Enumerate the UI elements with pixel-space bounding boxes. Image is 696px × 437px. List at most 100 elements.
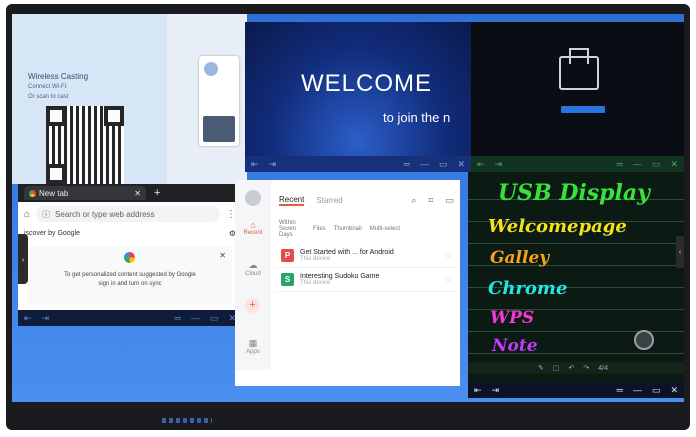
maximize-icon[interactable]: ▭ (652, 159, 661, 170)
welcome-subtitle: to join the n (383, 110, 451, 125)
nav-apps[interactable]: ▦ Apps (235, 338, 271, 355)
minimize-icon[interactable]: — (191, 313, 200, 323)
google-logo-icon (124, 252, 135, 263)
menu-icon[interactable]: ═ (175, 313, 181, 323)
spreadsheet-file-icon: S (281, 273, 294, 286)
tab-starred[interactable]: Starred (316, 196, 342, 205)
promo-text: To get personalized content suggested by… (64, 272, 196, 278)
app-thumbnail[interactable] (199, 56, 239, 146)
redo-icon[interactable]: ↷ (583, 364, 589, 372)
cloud-icon: ☁ (248, 260, 258, 270)
maximize-icon[interactable]: ▭ (652, 385, 661, 396)
info-icon: ⓘ (42, 209, 51, 219)
file-meta: This device (300, 256, 331, 262)
dismiss-promo-icon[interactable]: ✕ (219, 251, 226, 260)
file-name: Get Started with ... for Android (300, 249, 394, 256)
chrome-tab-strip: New tab ✕ + (18, 184, 242, 202)
whiteboard-window[interactable]: USB Display Welcomepage Galley Chrome WP… (468, 172, 684, 398)
close-icon[interactable]: ✕ (670, 385, 678, 396)
home-icon[interactable]: ⌂ (24, 209, 30, 220)
filter-thumbnail[interactable]: Thumbnail (334, 226, 362, 232)
close-tab-icon[interactable]: ✕ (134, 189, 141, 198)
search-icon[interactable]: ⌕ (411, 195, 416, 206)
arrow-right-icon[interactable]: ⇥ (269, 159, 277, 170)
whiteboard-drawer-handle[interactable]: ‹ (676, 236, 684, 268)
page-indicator: 4/4 (598, 364, 608, 372)
arrow-left-icon[interactable]: ⇤ (24, 313, 32, 324)
home-icon: ⌂ (250, 220, 256, 230)
files-window[interactable]: ⌂ Recent ☁ Cloud + ▦ Apps Recent Starred ⌕ … (235, 180, 460, 386)
sync-promo-card: ✕ To get personalized content suggested … (28, 246, 232, 306)
minimize-icon[interactable]: — (633, 159, 642, 169)
nav-cloud[interactable]: ☁ Cloud (235, 260, 271, 277)
tab-recent[interactable]: Recent (279, 195, 305, 206)
minimize-icon[interactable]: — (420, 159, 429, 169)
files-header: Recent Starred ⌕ ⌗ ▭ (279, 192, 454, 208)
arrow-right-icon[interactable]: ⇥ (492, 385, 500, 396)
chrome-tab-title: New tab (39, 188, 69, 198)
list-item[interactable]: P Get Started with ... for Android This … (275, 244, 458, 268)
discover-header: iscover by Google ⚙ (18, 226, 242, 240)
desktop-screen: Wireless Casting Connect Wi-Fi: Or scan … (12, 14, 684, 402)
qr-code (46, 106, 124, 184)
arrow-left-icon[interactable]: ⇤ (251, 159, 259, 170)
filter-multiselect[interactable]: Multi-select (370, 226, 400, 232)
welcome-window[interactable]: WELCOME to join the n ⇤ ⇥ ═ — ▭ ✕ (245, 22, 471, 172)
pen-icon[interactable]: ✎ (538, 364, 544, 372)
discover-label: iscover by Google (24, 229, 81, 237)
maximize-icon[interactable]: ▭ (439, 159, 448, 170)
filter-files[interactable]: Files (313, 226, 326, 232)
side-drawer-handle[interactable]: › (18, 234, 28, 284)
files-subheader: Within Seven Days Files Thumbnail Multi-… (279, 218, 456, 240)
bezel-indicator-dots (162, 418, 212, 423)
menu-icon[interactable]: ═ (617, 159, 623, 169)
usb-window-bar: ⇤ ⇥ ═ — ▭ ✕ (471, 156, 684, 172)
arrow-right-icon[interactable]: ⇥ (42, 313, 50, 324)
chrome-logo-icon (29, 189, 36, 197)
scan-icon[interactable]: ⌗ (428, 195, 433, 206)
handwriting-line: Galley (490, 248, 550, 268)
omnibox[interactable]: ⓘ Search or type web address (36, 206, 220, 222)
maximize-icon[interactable]: ▭ (210, 313, 219, 324)
user-avatar[interactable] (245, 190, 261, 206)
menu-icon[interactable]: ═ (404, 159, 410, 169)
list-item[interactable]: S Interesting Sudoku Game This device ☆ (275, 268, 458, 292)
omnibox-placeholder: Search or type web address (55, 209, 155, 219)
nav-recent[interactable]: ⌂ Recent (235, 220, 271, 236)
floating-action-button[interactable] (634, 330, 654, 350)
file-meta: This device (300, 280, 331, 286)
handwriting-line: Welcomepage (488, 216, 627, 237)
whiteboard-window-bar: ⇤ ⇥ ═ — ▭ ✕ (468, 382, 684, 398)
close-icon[interactable]: ✕ (457, 159, 465, 170)
welcome-title: WELCOME (301, 70, 433, 97)
undo-icon[interactable]: ↶ (569, 364, 575, 372)
minimize-icon[interactable]: — (633, 385, 642, 395)
promo-text-2: sign in and turn on sync (98, 281, 162, 287)
eraser-icon[interactable]: ▢ (553, 364, 560, 372)
usb-action-button[interactable] (561, 106, 605, 113)
star-icon[interactable]: ☆ (445, 275, 452, 284)
apps-icon: ▦ (248, 338, 258, 348)
new-tab-icon[interactable]: + (154, 187, 160, 199)
handwriting-line: Chrome (488, 278, 568, 299)
handwriting-line: USB Display (498, 180, 650, 206)
handwriting-line: Note (492, 336, 538, 356)
chrome-window-bar: ⇤ ⇥ ═ — ▭ ✕ (18, 310, 242, 326)
chrome-tab[interactable]: New tab ✕ (24, 186, 146, 200)
menu-icon[interactable]: ═ (617, 385, 623, 395)
star-icon[interactable]: ☆ (445, 251, 452, 260)
files-sidebar: ⌂ Recent ☁ Cloud + ▦ Apps (235, 180, 271, 370)
add-button[interactable]: + (245, 298, 260, 313)
chrome-window[interactable]: New tab ✕ + ⌂ ⓘ Search or type web addre… (18, 184, 242, 326)
close-icon[interactable]: ✕ (670, 159, 678, 170)
handwriting-line: WPS (490, 308, 535, 328)
wireless-cast-line2: Or scan to cast (28, 94, 69, 100)
folder-icon[interactable]: ▭ (445, 195, 454, 206)
thumbnail-strip[interactable] (167, 14, 247, 184)
usb-display-window[interactable]: ⇤ ⇥ ═ — ▭ ✕ (471, 22, 684, 172)
arrow-left-icon[interactable]: ⇤ (477, 159, 485, 170)
wireless-cast-line1: Connect Wi-Fi: (28, 84, 68, 90)
arrow-left-icon[interactable]: ⇤ (474, 385, 482, 396)
wireless-cast-window[interactable]: Wireless Casting Connect Wi-Fi: Or scan … (12, 14, 167, 184)
arrow-right-icon[interactable]: ⇥ (495, 159, 503, 170)
